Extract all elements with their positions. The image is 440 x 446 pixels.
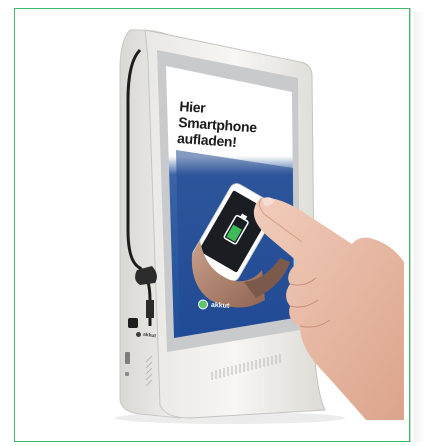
- usb-port: [125, 352, 130, 364]
- brand-logo-icon: [197, 299, 209, 310]
- side-logo-icon: [135, 331, 142, 337]
- screen-headline: Hier Smartphone aufladen!: [177, 98, 285, 153]
- brand-name: akkut: [210, 301, 230, 310]
- power-port: [125, 372, 129, 376]
- screen-brand-logo: akkut: [197, 299, 230, 311]
- charging-station-photo: [115, 29, 404, 424]
